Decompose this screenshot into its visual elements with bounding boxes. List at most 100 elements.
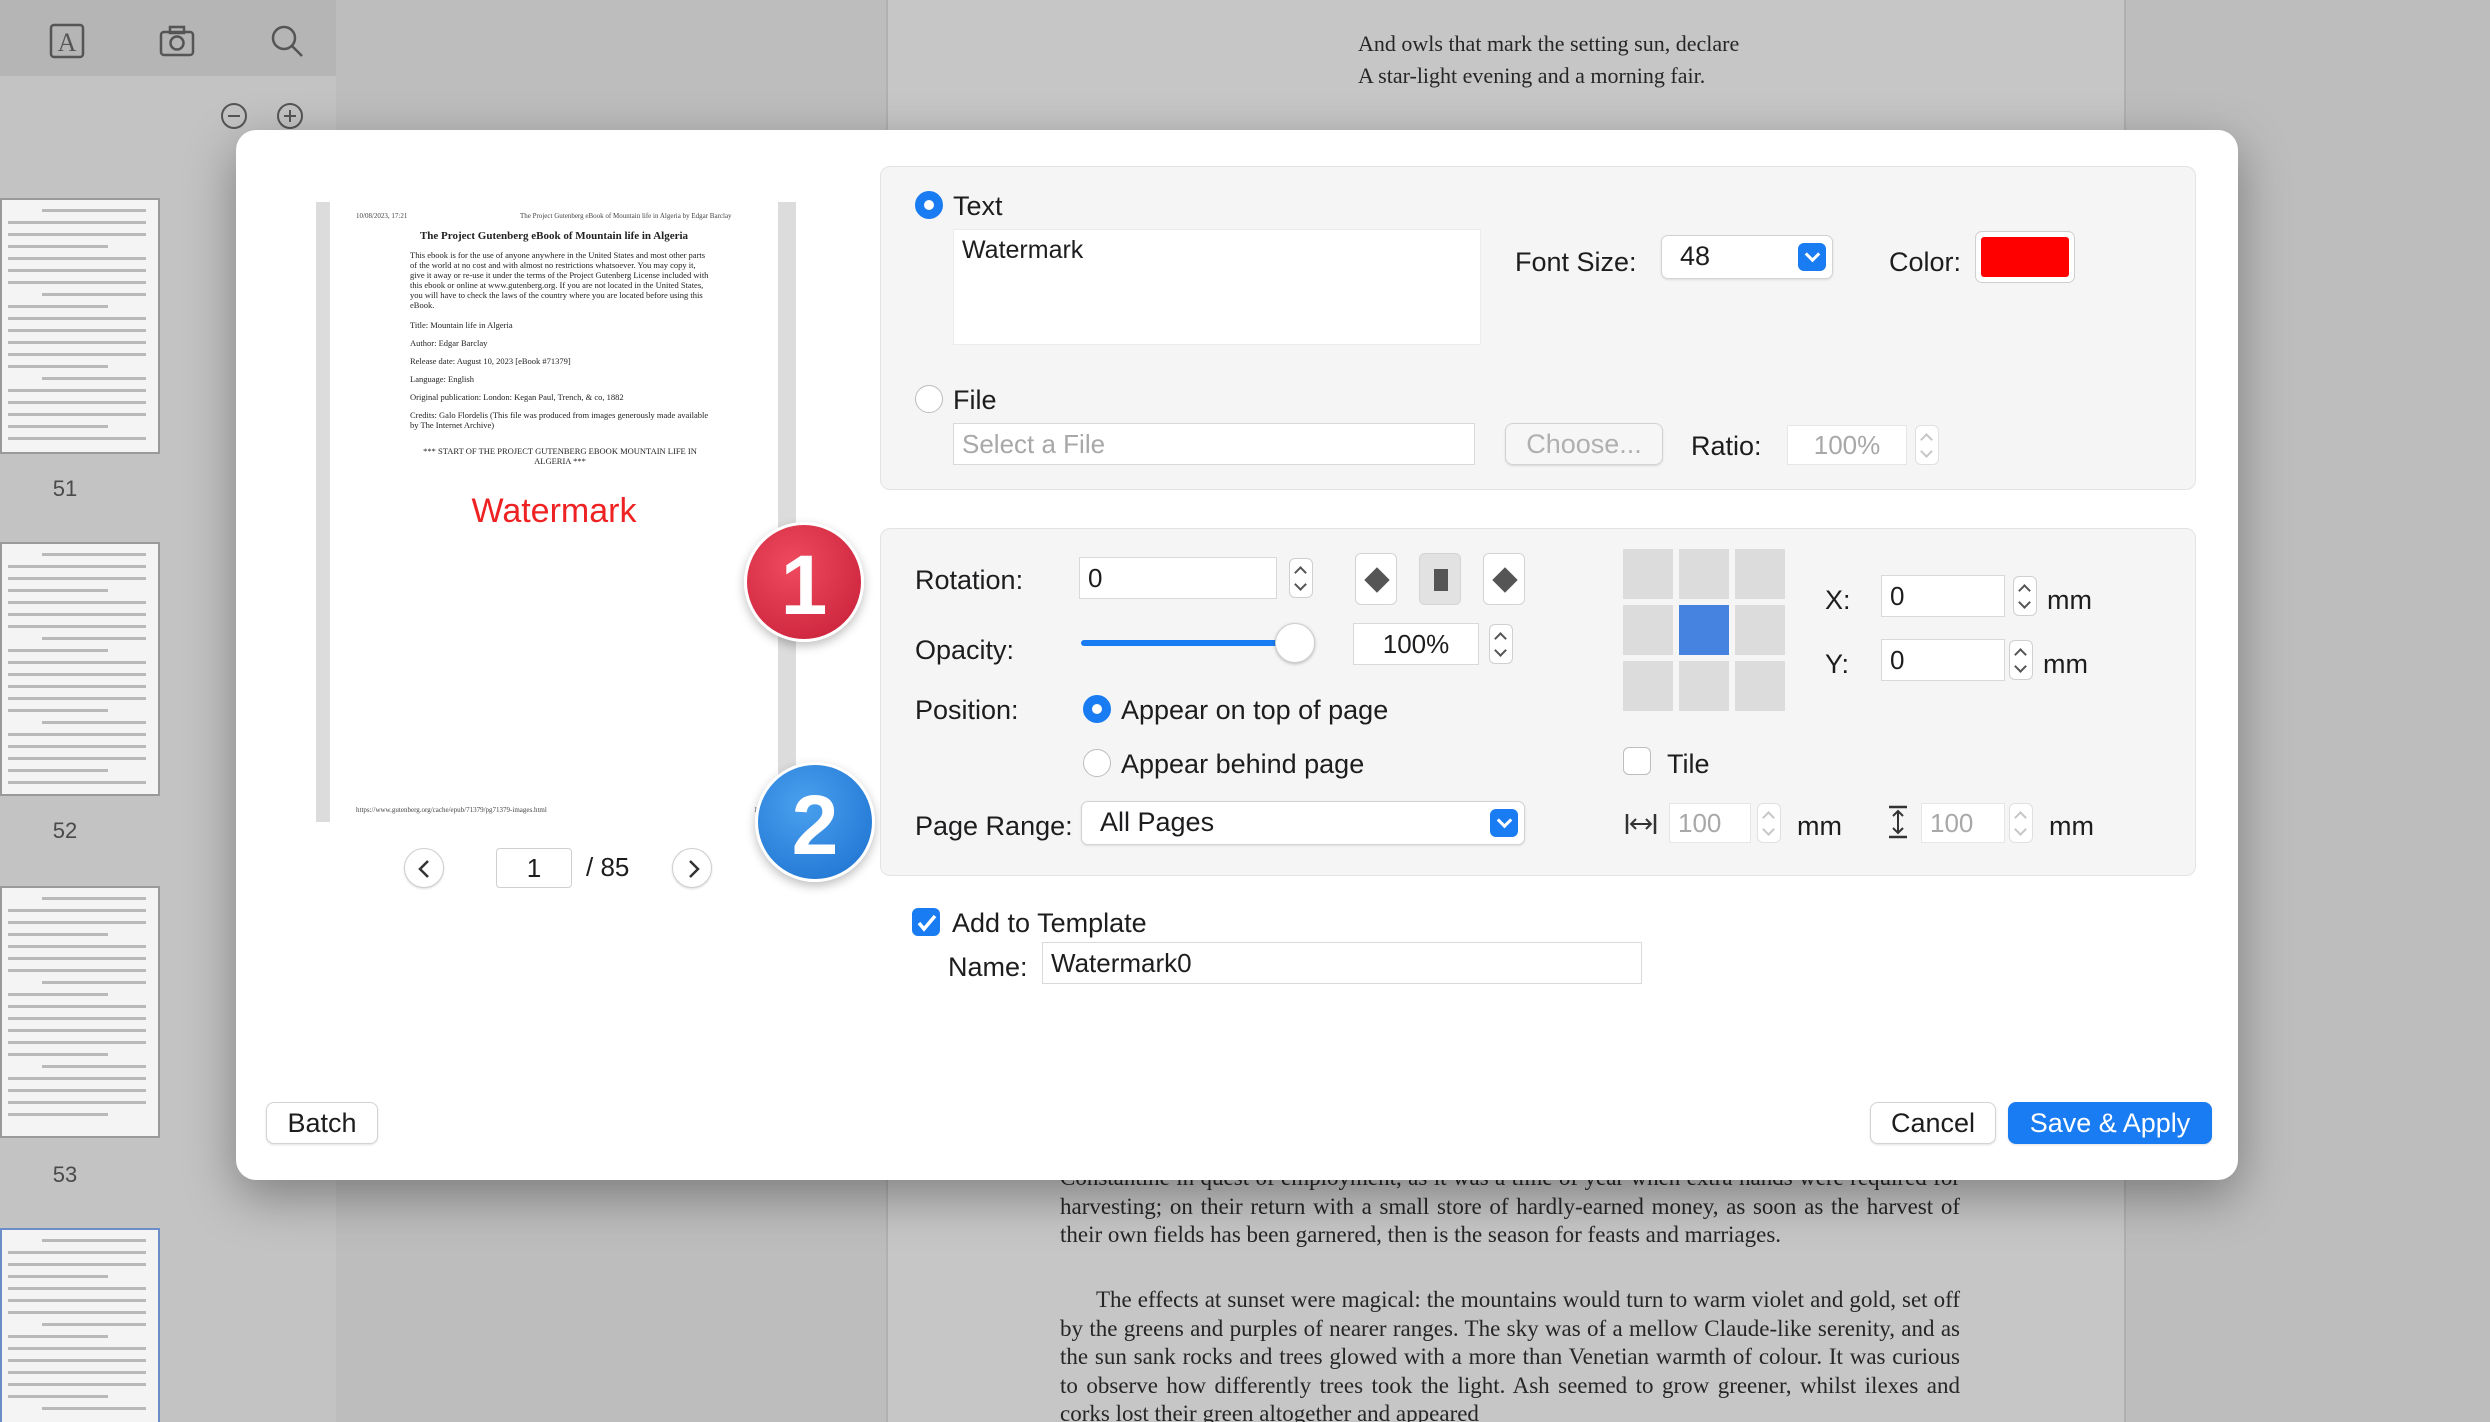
appear-on-top-radio[interactable] [1083,695,1111,723]
thumbnail-page-number: 51 [52,476,78,501]
thumbnail-text-line [8,1395,108,1398]
appear-behind-label: Appear behind page [1121,749,1365,779]
file-path-input[interactable]: Select a File [953,423,1475,465]
thumbnail-text-line [8,909,146,912]
y-offset-stepper[interactable] [2009,640,2033,680]
tile-height-stepper[interactable] [2009,803,2033,843]
page-thumbnail[interactable] [0,198,160,454]
font-size-value: 48 [1680,241,1711,271]
font-size-select[interactable]: 48 [1661,235,1833,279]
next-page-button[interactable] [672,848,712,888]
text-annotate-icon[interactable]: A [48,22,86,60]
color-label: Color: [1889,247,1962,277]
page-thumbnail-selected[interactable] [0,1228,160,1422]
zoom-out-icon[interactable] [220,102,248,130]
x-offset-stepper[interactable] [2013,576,2037,616]
thumbnail-text-line [8,733,146,736]
save-apply-button[interactable]: Save & Apply [2008,1102,2212,1144]
thumbnail-text-line [8,1359,146,1362]
thumbnail-text-line [8,365,108,368]
preview-footer-url: https://www.gutenberg.org/cache/epub/713… [356,806,547,814]
appear-behind-radio[interactable] [1083,749,1111,777]
rotate-none-button[interactable] [1419,553,1461,605]
batch-button[interactable]: Batch [266,1102,378,1144]
cancel-button[interactable]: Cancel [1870,1102,1996,1144]
tile-checkbox[interactable] [1623,747,1651,775]
text-radio[interactable] [915,191,943,219]
poem-line: And owls that mark the setting sun, decl… [1358,31,1740,56]
watermark-text-input[interactable]: Watermark [953,229,1481,345]
thumbnail-text-line [8,1299,146,1302]
y-offset-input[interactable]: 0 [1881,639,2005,681]
search-icon[interactable] [268,22,306,60]
add-to-template-checkbox[interactable] [912,908,940,936]
file-radio[interactable] [915,385,943,413]
thumbnail-text-line [8,1311,146,1314]
position-bottom-center[interactable] [1679,661,1729,711]
tile-width-input[interactable]: 100 [1669,803,1751,843]
opacity-slider[interactable] [1081,621,1315,665]
preview-watermark: Watermark [471,492,637,530]
rotate-right-button[interactable] [1483,553,1525,605]
thumbnail-text-line [8,437,146,440]
thumbnail-text-line [8,401,146,404]
thumbnail-page-number: 52 [52,818,78,843]
page-thumbnail[interactable] [0,542,160,796]
page-number-input[interactable]: 1 [496,848,572,888]
thumbnail-text-line [8,613,146,616]
page-range-label: Page Range: [915,811,1073,841]
svg-text:A: A [58,28,77,57]
position-center[interactable] [1679,605,1729,655]
zoom-in-icon[interactable] [276,102,304,130]
tile-height-unit: mm [2049,811,2094,841]
thumbnail-text-line [42,209,146,212]
thumbnail-text-line [8,245,108,248]
ratio-input[interactable]: 100% [1787,425,1907,465]
position-middle-right[interactable] [1735,605,1785,655]
watermark-preview: 10/08/2023, 17:21 The Project Gutenberg … [316,202,796,822]
color-well[interactable] [1975,231,2075,283]
ratio-stepper[interactable] [1915,425,1939,465]
x-offset-input[interactable]: 0 [1881,575,2005,617]
x-unit-label: mm [2047,585,2092,615]
tile-width-stepper[interactable] [1757,803,1781,843]
page-range-select[interactable]: All Pages [1081,801,1525,845]
opacity-stepper[interactable] [1489,624,1513,664]
opacity-input[interactable]: 100% [1353,623,1479,665]
thumbnail-text-line [8,389,146,392]
position-top-left[interactable] [1623,549,1673,599]
position-bottom-right[interactable] [1735,661,1785,711]
choose-file-button[interactable]: Choose... [1505,423,1663,465]
sidebar-toolbar: A [0,0,336,76]
rotation-input[interactable]: 0 [1079,557,1277,599]
template-name-input[interactable]: Watermark0 [1042,942,1642,984]
thumbnail-text-line [8,1113,108,1116]
camera-icon[interactable] [158,22,196,60]
rotate-left-button[interactable] [1355,553,1397,605]
rotation-label: Rotation: [915,565,1024,595]
poem-excerpt: And owls that mark the setting sun, decl… [1358,28,1739,92]
preview-page: 10/08/2023, 17:21 The Project Gutenberg … [330,202,778,822]
thumbnail-text-line [8,1275,108,1278]
position-top-right[interactable] [1735,549,1785,599]
thumbnail-text-line [8,305,108,308]
thumbnail-text-line [8,233,146,236]
position-top-center[interactable] [1679,549,1729,599]
thumbnail-text-line [42,637,146,640]
thumbnail-text-line [8,341,146,344]
thumbnail-text-line [42,1323,146,1326]
vertical-spacing-icon [1885,805,1911,839]
position-bottom-left[interactable] [1623,661,1673,711]
thumbnail-text-line [8,1017,146,1020]
position-label: Position: [915,695,1019,725]
thumbnail-text-line [8,933,108,936]
rotation-stepper[interactable] [1289,558,1313,598]
previous-page-button[interactable] [404,848,444,888]
opacity-slider-knob[interactable] [1275,623,1315,663]
tile-height-input[interactable]: 100 [1921,803,2005,843]
thumbnail-text-line [8,1041,146,1044]
page-thumbnail[interactable] [0,886,160,1138]
position-middle-left[interactable] [1623,605,1673,655]
thumbnail-text-line [8,697,146,700]
step-badge-1: 1 [744,522,864,642]
